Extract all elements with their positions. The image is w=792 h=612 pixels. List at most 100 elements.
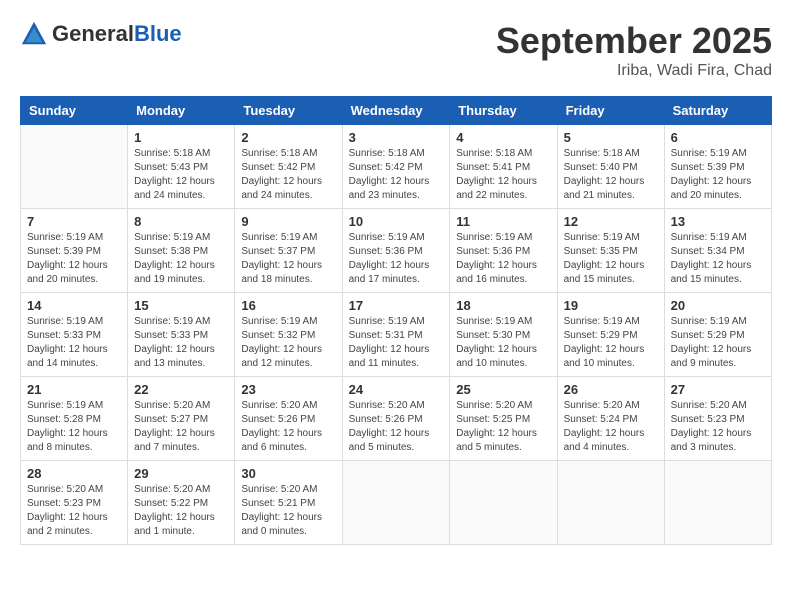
calendar-cell: 8 Sunrise: 5:19 AM Sunset: 5:38 PM Dayli…	[128, 209, 235, 293]
sunrise-text: Sunrise: 5:19 AM	[456, 316, 532, 327]
sunset-text: Sunset: 5:39 PM	[671, 162, 745, 173]
sunset-text: Sunset: 5:42 PM	[241, 162, 315, 173]
sunrise-text: Sunrise: 5:20 AM	[241, 484, 317, 495]
calendar-cell: 21 Sunrise: 5:19 AM Sunset: 5:28 PM Dayl…	[21, 377, 128, 461]
day-info: Sunrise: 5:19 AM Sunset: 5:36 PM Dayligh…	[349, 231, 444, 287]
day-info: Sunrise: 5:19 AM Sunset: 5:29 PM Dayligh…	[564, 315, 658, 371]
day-number: 10	[349, 214, 444, 229]
sunrise-text: Sunrise: 5:18 AM	[564, 148, 640, 159]
daylight-text: Daylight: 12 hours and 15 minutes.	[564, 260, 645, 285]
sunrise-text: Sunrise: 5:19 AM	[564, 232, 640, 243]
day-info: Sunrise: 5:19 AM Sunset: 5:35 PM Dayligh…	[564, 231, 658, 287]
day-number: 19	[564, 298, 658, 313]
daylight-text: Daylight: 12 hours and 11 minutes.	[349, 344, 430, 369]
calendar-cell: 14 Sunrise: 5:19 AM Sunset: 5:33 PM Dayl…	[21, 293, 128, 377]
daylight-text: Daylight: 12 hours and 4 minutes.	[564, 428, 645, 453]
day-number: 9	[241, 214, 335, 229]
sunset-text: Sunset: 5:38 PM	[134, 246, 208, 257]
daylight-text: Daylight: 12 hours and 3 minutes.	[671, 428, 752, 453]
calendar-cell	[342, 461, 450, 545]
day-number: 20	[671, 298, 765, 313]
calendar-week-row-5: 28 Sunrise: 5:20 AM Sunset: 5:23 PM Dayl…	[21, 461, 772, 545]
calendar-cell: 1 Sunrise: 5:18 AM Sunset: 5:43 PM Dayli…	[128, 125, 235, 209]
day-info: Sunrise: 5:19 AM Sunset: 5:33 PM Dayligh…	[27, 315, 121, 371]
day-number: 22	[134, 382, 228, 397]
day-info: Sunrise: 5:20 AM Sunset: 5:26 PM Dayligh…	[349, 399, 444, 455]
sunset-text: Sunset: 5:32 PM	[241, 330, 315, 341]
sunrise-text: Sunrise: 5:19 AM	[564, 316, 640, 327]
day-number: 13	[671, 214, 765, 229]
sunset-text: Sunset: 5:34 PM	[671, 246, 745, 257]
day-number: 18	[456, 298, 550, 313]
sunset-text: Sunset: 5:28 PM	[27, 414, 101, 425]
col-sunday: Sunday	[21, 97, 128, 125]
calendar-cell: 9 Sunrise: 5:19 AM Sunset: 5:37 PM Dayli…	[235, 209, 342, 293]
day-info: Sunrise: 5:19 AM Sunset: 5:39 PM Dayligh…	[671, 147, 765, 203]
day-info: Sunrise: 5:20 AM Sunset: 5:21 PM Dayligh…	[241, 483, 335, 539]
sunset-text: Sunset: 5:21 PM	[241, 498, 315, 509]
daylight-text: Daylight: 12 hours and 16 minutes.	[456, 260, 537, 285]
sunset-text: Sunset: 5:23 PM	[27, 498, 101, 509]
sunrise-text: Sunrise: 5:20 AM	[134, 400, 210, 411]
day-number: 27	[671, 382, 765, 397]
calendar-cell: 11 Sunrise: 5:19 AM Sunset: 5:36 PM Dayl…	[450, 209, 557, 293]
calendar-cell: 19 Sunrise: 5:19 AM Sunset: 5:29 PM Dayl…	[557, 293, 664, 377]
day-info: Sunrise: 5:20 AM Sunset: 5:26 PM Dayligh…	[241, 399, 335, 455]
daylight-text: Daylight: 12 hours and 12 minutes.	[241, 344, 322, 369]
day-number: 28	[27, 466, 121, 481]
day-number: 26	[564, 382, 658, 397]
col-thursday: Thursday	[450, 97, 557, 125]
daylight-text: Daylight: 12 hours and 17 minutes.	[349, 260, 430, 285]
calendar-cell: 3 Sunrise: 5:18 AM Sunset: 5:42 PM Dayli…	[342, 125, 450, 209]
sunset-text: Sunset: 5:27 PM	[134, 414, 208, 425]
sunset-text: Sunset: 5:25 PM	[456, 414, 530, 425]
daylight-text: Daylight: 12 hours and 9 minutes.	[671, 344, 752, 369]
daylight-text: Daylight: 12 hours and 23 minutes.	[349, 176, 430, 201]
calendar-cell: 22 Sunrise: 5:20 AM Sunset: 5:27 PM Dayl…	[128, 377, 235, 461]
daylight-text: Daylight: 12 hours and 10 minutes.	[564, 344, 645, 369]
sunset-text: Sunset: 5:31 PM	[349, 330, 423, 341]
calendar-cell: 25 Sunrise: 5:20 AM Sunset: 5:25 PM Dayl…	[450, 377, 557, 461]
calendar-cell: 4 Sunrise: 5:18 AM Sunset: 5:41 PM Dayli…	[450, 125, 557, 209]
sunrise-text: Sunrise: 5:18 AM	[241, 148, 317, 159]
daylight-text: Daylight: 12 hours and 20 minutes.	[671, 176, 752, 201]
day-number: 4	[456, 130, 550, 145]
daylight-text: Daylight: 12 hours and 14 minutes.	[27, 344, 108, 369]
day-info: Sunrise: 5:19 AM Sunset: 5:39 PM Dayligh…	[27, 231, 121, 287]
calendar-week-row-3: 14 Sunrise: 5:19 AM Sunset: 5:33 PM Dayl…	[21, 293, 772, 377]
calendar-cell: 5 Sunrise: 5:18 AM Sunset: 5:40 PM Dayli…	[557, 125, 664, 209]
calendar-cell: 15 Sunrise: 5:19 AM Sunset: 5:33 PM Dayl…	[128, 293, 235, 377]
day-number: 12	[564, 214, 658, 229]
month-title: September 2025	[496, 20, 772, 62]
daylight-text: Daylight: 12 hours and 0 minutes.	[241, 512, 322, 537]
sunset-text: Sunset: 5:29 PM	[671, 330, 745, 341]
day-info: Sunrise: 5:19 AM Sunset: 5:33 PM Dayligh…	[134, 315, 228, 371]
daylight-text: Daylight: 12 hours and 22 minutes.	[456, 176, 537, 201]
sunset-text: Sunset: 5:42 PM	[349, 162, 423, 173]
sunset-text: Sunset: 5:23 PM	[671, 414, 745, 425]
calendar-cell: 13 Sunrise: 5:19 AM Sunset: 5:34 PM Dayl…	[664, 209, 771, 293]
col-saturday: Saturday	[664, 97, 771, 125]
daylight-text: Daylight: 12 hours and 18 minutes.	[241, 260, 322, 285]
sunrise-text: Sunrise: 5:19 AM	[27, 316, 103, 327]
calendar-table: Sunday Monday Tuesday Wednesday Thursday…	[20, 96, 772, 545]
day-number: 8	[134, 214, 228, 229]
title-section: September 2025 Iriba, Wadi Fira, Chad	[496, 20, 772, 80]
sunrise-text: Sunrise: 5:20 AM	[349, 400, 425, 411]
calendar-cell: 16 Sunrise: 5:19 AM Sunset: 5:32 PM Dayl…	[235, 293, 342, 377]
daylight-text: Daylight: 12 hours and 5 minutes.	[349, 428, 430, 453]
sunrise-text: Sunrise: 5:18 AM	[456, 148, 532, 159]
calendar-week-row-2: 7 Sunrise: 5:19 AM Sunset: 5:39 PM Dayli…	[21, 209, 772, 293]
calendar-cell: 17 Sunrise: 5:19 AM Sunset: 5:31 PM Dayl…	[342, 293, 450, 377]
sunrise-text: Sunrise: 5:19 AM	[671, 316, 747, 327]
sunset-text: Sunset: 5:35 PM	[564, 246, 638, 257]
calendar-cell: 30 Sunrise: 5:20 AM Sunset: 5:21 PM Dayl…	[235, 461, 342, 545]
sunrise-text: Sunrise: 5:20 AM	[134, 484, 210, 495]
calendar-cell	[557, 461, 664, 545]
day-info: Sunrise: 5:18 AM Sunset: 5:42 PM Dayligh…	[349, 147, 444, 203]
day-info: Sunrise: 5:20 AM Sunset: 5:27 PM Dayligh…	[134, 399, 228, 455]
sunset-text: Sunset: 5:30 PM	[456, 330, 530, 341]
calendar-cell: 18 Sunrise: 5:19 AM Sunset: 5:30 PM Dayl…	[450, 293, 557, 377]
day-info: Sunrise: 5:19 AM Sunset: 5:31 PM Dayligh…	[349, 315, 444, 371]
sunset-text: Sunset: 5:33 PM	[134, 330, 208, 341]
